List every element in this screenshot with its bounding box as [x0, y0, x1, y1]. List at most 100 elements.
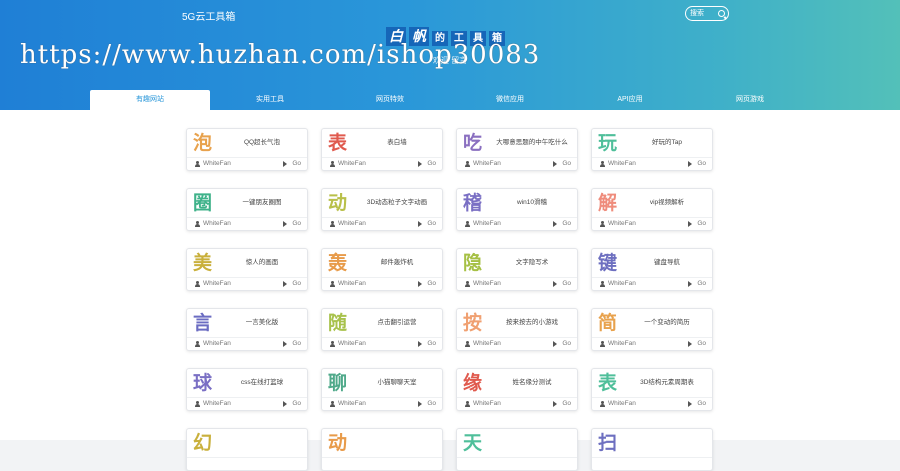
tool-card[interactable]: 键 键盘导航 WhiteFan Go [591, 248, 713, 291]
card-title[interactable] [491, 429, 573, 457]
card-title[interactable]: 邮件轰炸机 [356, 249, 438, 277]
card-title[interactable]: QQ超长气泡 [221, 129, 303, 157]
go-icon[interactable] [418, 221, 422, 227]
tool-card[interactable]: 动 [321, 428, 443, 471]
card-title[interactable]: 表白墙 [356, 129, 438, 157]
card-title[interactable]: 点击翻引运营 [356, 309, 438, 337]
go-icon[interactable] [283, 221, 287, 227]
tab-web-games[interactable]: 网页游戏 [690, 90, 810, 110]
tool-card[interactable]: 言 一言美化版 WhiteFan Go [186, 308, 308, 351]
go-link[interactable]: Go [697, 277, 706, 290]
tab-wechat-apps[interactable]: 微信应用 [450, 90, 570, 110]
go-icon[interactable] [283, 341, 287, 347]
tool-card[interactable]: 吃 大哪意思题的中午吃什么 WhiteFan Go [456, 128, 578, 171]
go-icon[interactable] [688, 281, 692, 287]
go-icon[interactable] [553, 161, 557, 167]
card-title[interactable] [221, 429, 303, 457]
card-title[interactable]: 姓名缘分测试 [491, 369, 573, 397]
card-title[interactable]: 一言美化版 [221, 309, 303, 337]
go-link[interactable]: Go [292, 217, 301, 230]
card-title[interactable]: 一键朋友圈图 [221, 189, 303, 217]
tool-card[interactable]: 表 3D结构元素周期表 WhiteFan Go [591, 368, 713, 411]
go-link[interactable]: Go [427, 157, 436, 170]
tool-card[interactable]: 解 vip视频解析 WhiteFan Go [591, 188, 713, 231]
tool-card[interactable]: 天 [456, 428, 578, 471]
card-title[interactable]: 好玩的Tap [626, 129, 708, 157]
go-link[interactable]: Go [697, 217, 706, 230]
tool-card[interactable]: 扫 [591, 428, 713, 471]
tool-card[interactable]: 随 点击翻引运营 WhiteFan Go [321, 308, 443, 351]
tool-card[interactable]: 幻 [186, 428, 308, 471]
go-link[interactable]: Go [427, 217, 436, 230]
go-link[interactable]: Go [562, 337, 571, 350]
go-icon[interactable] [418, 341, 422, 347]
go-link[interactable]: Go [427, 337, 436, 350]
card-title[interactable]: 小猫聊聊天室 [356, 369, 438, 397]
tool-card[interactable]: 缘 姓名缘分测试 WhiteFan Go [456, 368, 578, 411]
go-icon[interactable] [688, 341, 692, 347]
go-link[interactable]: Go [697, 157, 706, 170]
tool-card[interactable]: 玩 好玩的Tap WhiteFan Go [591, 128, 713, 171]
tab-web-effects[interactable]: 网页特效 [330, 90, 450, 110]
tool-card[interactable]: 动 3D动态粒子文字动画 WhiteFan Go [321, 188, 443, 231]
card-title[interactable] [626, 429, 708, 457]
card-title[interactable]: css在线打篮球 [221, 369, 303, 397]
go-icon[interactable] [688, 161, 692, 167]
go-icon[interactable] [283, 401, 287, 407]
card-title[interactable]: 键盘导航 [626, 249, 708, 277]
go-icon[interactable] [418, 401, 422, 407]
go-icon[interactable] [553, 341, 557, 347]
go-icon[interactable] [418, 281, 422, 287]
go-link[interactable]: Go [697, 397, 706, 410]
tool-card[interactable]: 圈 一键朋友圈图 WhiteFan Go [186, 188, 308, 231]
go-link[interactable]: Go [292, 157, 301, 170]
go-link[interactable]: Go [427, 397, 436, 410]
tool-card[interactable]: 泡 QQ超长气泡 WhiteFan Go [186, 128, 308, 171]
tool-card[interactable]: 表 表白墙 WhiteFan Go [321, 128, 443, 171]
go-link[interactable]: Go [427, 277, 436, 290]
go-icon[interactable] [418, 161, 422, 167]
card-title[interactable]: 文字隐写术 [491, 249, 573, 277]
tool-card[interactable]: 简 一个变动的简历 WhiteFan Go [591, 308, 713, 351]
tool-card[interactable]: 按 按来按去的小游戏 WhiteFan Go [456, 308, 578, 351]
card-title[interactable]: 惊人的画面 [221, 249, 303, 277]
go-icon[interactable] [553, 281, 557, 287]
tool-card[interactable]: 隐 文字隐写术 WhiteFan Go [456, 248, 578, 291]
card-title[interactable]: 3D结构元素周期表 [626, 369, 708, 397]
search-box[interactable]: 搜索 [685, 6, 729, 21]
card-title[interactable]: 3D动态粒子文字动画 [356, 189, 438, 217]
site-title[interactable]: 5G云工具箱 [182, 8, 235, 23]
go-icon[interactable] [283, 281, 287, 287]
go-icon[interactable] [688, 221, 692, 227]
go-icon[interactable] [688, 401, 692, 407]
go-link[interactable]: Go [292, 277, 301, 290]
go-icon[interactable] [283, 161, 287, 167]
user-icon [195, 281, 200, 287]
card-title[interactable]: 大哪意思题的中午吃什么 [491, 129, 573, 157]
tab-tools[interactable]: 实用工具 [210, 90, 330, 110]
card-title[interactable] [356, 429, 438, 457]
go-link[interactable]: Go [562, 397, 571, 410]
go-link[interactable]: Go [697, 337, 706, 350]
tool-card[interactable]: 美 惊人的画面 WhiteFan Go [186, 248, 308, 291]
card-footer: WhiteFan Go [187, 397, 307, 410]
go-icon[interactable] [553, 221, 557, 227]
tab-fun-sites[interactable]: 有趣网站 [90, 90, 210, 110]
go-link[interactable]: Go [562, 277, 571, 290]
card-title[interactable]: 一个变动的简历 [626, 309, 708, 337]
card-title[interactable]: vip视频解析 [626, 189, 708, 217]
tool-card[interactable]: 稽 win10滑稽 WhiteFan Go [456, 188, 578, 231]
go-link[interactable]: Go [562, 217, 571, 230]
card-title[interactable]: win10滑稽 [491, 189, 573, 217]
search-icon[interactable] [718, 10, 725, 17]
card-title[interactable]: 按来按去的小游戏 [491, 309, 573, 337]
tool-card[interactable]: 球 css在线打篮球 WhiteFan Go [186, 368, 308, 411]
tab-api-apps[interactable]: API应用 [570, 90, 690, 110]
go-link[interactable]: Go [562, 157, 571, 170]
go-icon[interactable] [553, 401, 557, 407]
go-link[interactable]: Go [292, 337, 301, 350]
search-placeholder[interactable]: 搜索 [690, 7, 704, 20]
go-link[interactable]: Go [292, 397, 301, 410]
tool-card[interactable]: 聊 小猫聊聊天室 WhiteFan Go [321, 368, 443, 411]
tool-card[interactable]: 轰 邮件轰炸机 WhiteFan Go [321, 248, 443, 291]
